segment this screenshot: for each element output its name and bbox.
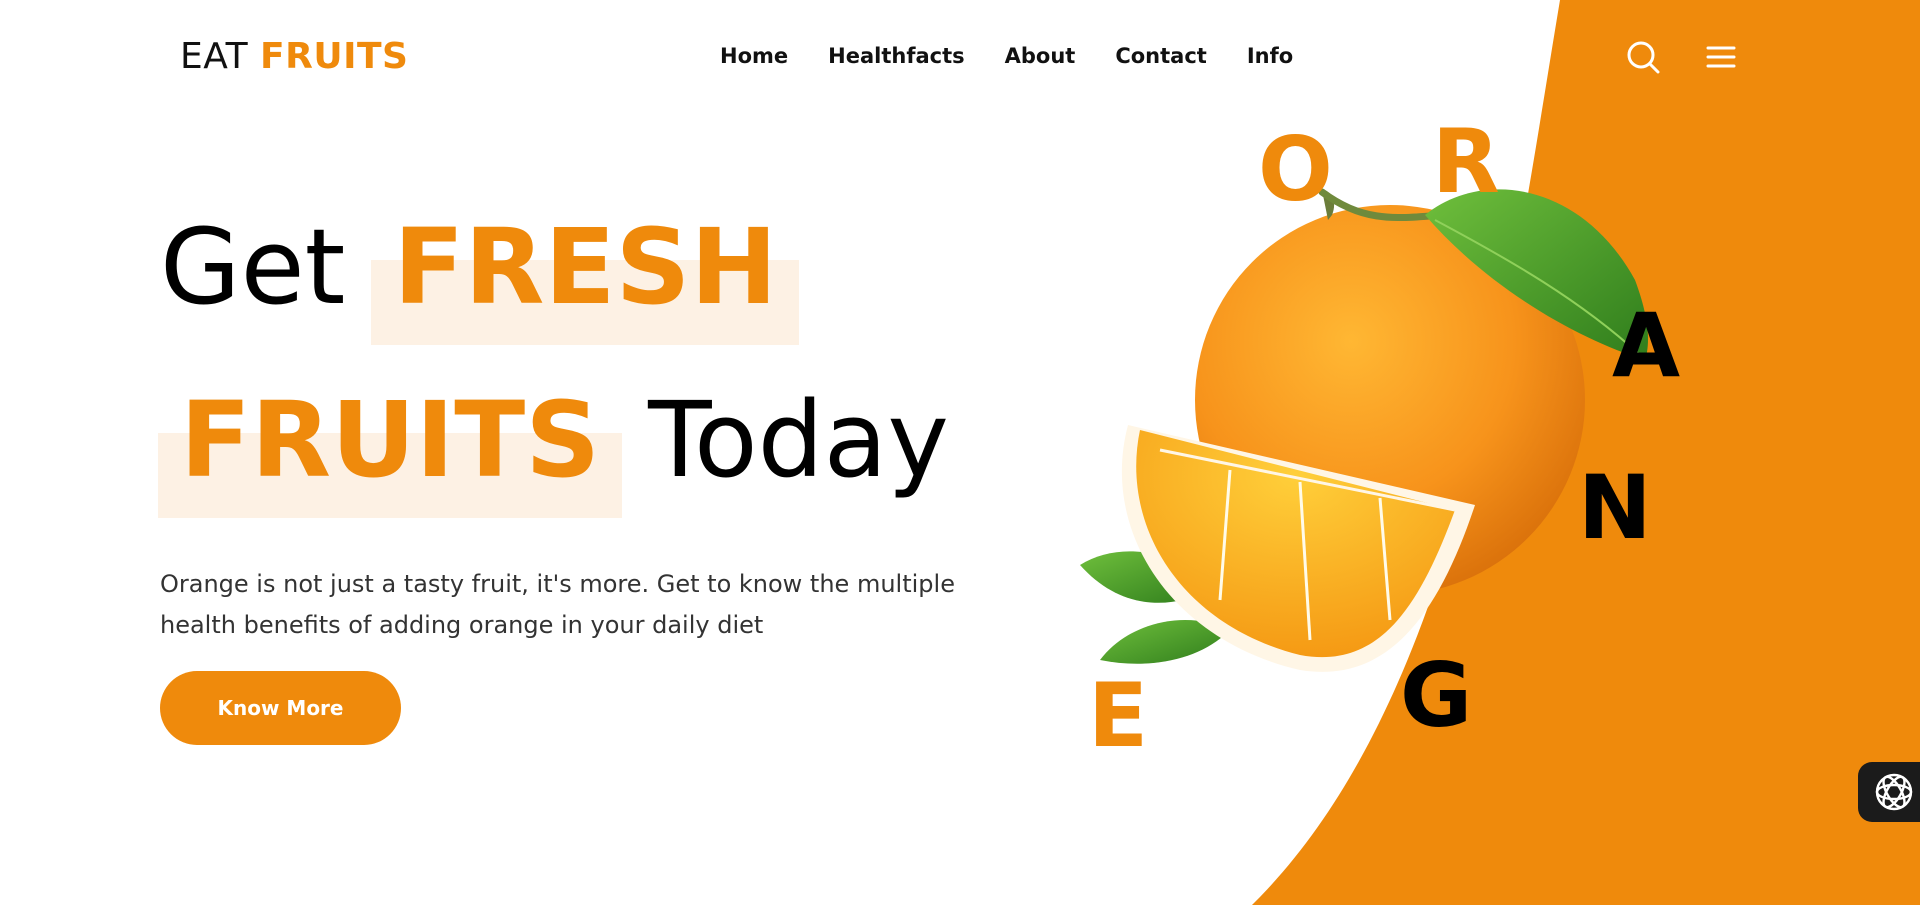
headline-fresh: FRESH bbox=[371, 215, 800, 345]
hamburger-menu-icon[interactable] bbox=[1702, 38, 1740, 76]
decorative-letter-r: R bbox=[1432, 110, 1500, 213]
nav-link-contact[interactable]: Contact bbox=[1115, 44, 1207, 68]
logo-accent-text: FRUITS bbox=[260, 36, 409, 77]
assistant-widget-icon bbox=[1875, 773, 1913, 811]
decorative-letter-a: A bbox=[1612, 294, 1681, 397]
nav-link-home[interactable]: Home bbox=[720, 44, 788, 68]
hero-description: Orange is not just a tasty fruit, it's m… bbox=[160, 570, 955, 639]
headline-get: Get bbox=[160, 206, 346, 328]
site-logo[interactable]: EAT FRUITS bbox=[180, 36, 408, 77]
logo-primary-text: EAT bbox=[180, 36, 249, 77]
hero-headline-line-2: FRUITS Today bbox=[158, 388, 949, 518]
search-icon[interactable] bbox=[1624, 38, 1662, 76]
decorative-letter-o: O bbox=[1258, 118, 1333, 221]
landing-page: EAT FRUITS Home Healthfacts About Contac… bbox=[0, 0, 1920, 905]
headline-fruits: FRUITS bbox=[158, 388, 623, 518]
headline-today: Today bbox=[648, 379, 949, 501]
nav-link-info[interactable]: Info bbox=[1247, 44, 1293, 68]
nav-link-healthfacts[interactable]: Healthfacts bbox=[828, 44, 964, 68]
assistant-widget-button[interactable] bbox=[1858, 762, 1920, 822]
orange-fruit-image bbox=[1080, 188, 1648, 672]
hero-headline-line-1: Get FRESH bbox=[160, 215, 800, 345]
nav-link-about[interactable]: About bbox=[1005, 44, 1076, 68]
decorative-letter-e: E bbox=[1088, 664, 1149, 767]
main-navigation: Home Healthfacts About Contact Info bbox=[720, 44, 1293, 68]
decorative-letter-n: N bbox=[1578, 456, 1652, 559]
know-more-button[interactable]: Know More bbox=[160, 671, 401, 745]
decorative-letter-g: G bbox=[1400, 644, 1473, 747]
